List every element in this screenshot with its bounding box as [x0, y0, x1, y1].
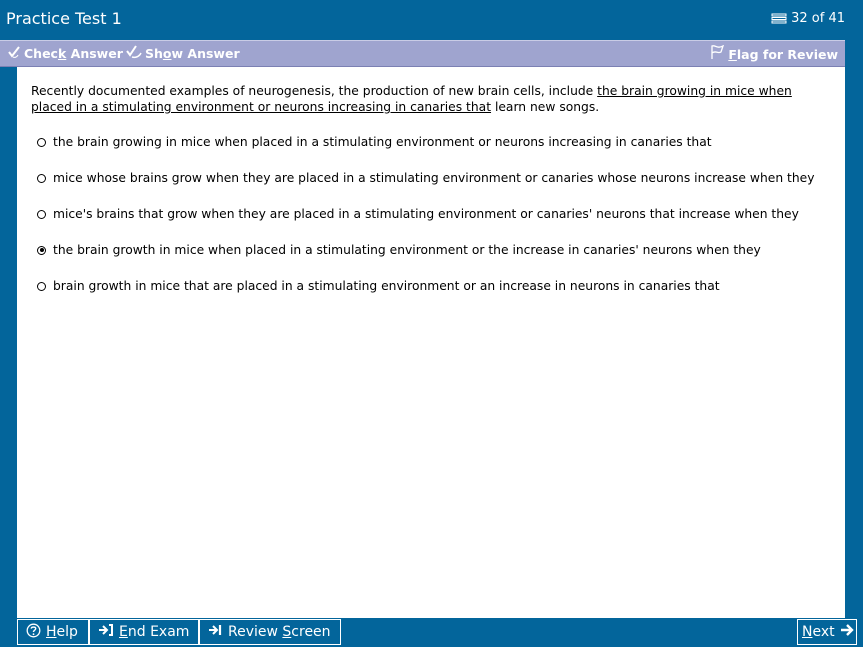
- review-screen-button[interactable]: Review Screen: [199, 619, 341, 645]
- help-label: Help: [46, 624, 78, 640]
- end-exam-label: End Exam: [119, 624, 190, 640]
- check-answer-label: Check Answer: [24, 46, 123, 61]
- answer-option-text: mice whose brains grow when they are pla…: [53, 171, 815, 185]
- title-bar: Practice Test 1 32 of 41: [0, 0, 863, 38]
- answer-option-text: mice's brains that grow when they are pl…: [53, 207, 799, 221]
- end-exam-icon: [98, 623, 114, 641]
- help-button[interactable]: Help: [17, 619, 89, 645]
- radio-button[interactable]: [37, 173, 46, 183]
- bottom-bar: Help End Exam Review Screen Next: [0, 618, 863, 647]
- answer-option-text: the brain growing in mice when placed in…: [53, 135, 712, 149]
- question-counter: 32 of 41: [771, 11, 845, 26]
- next-label: Next: [802, 624, 835, 640]
- help-circle-icon: [26, 623, 41, 642]
- show-answer-icon: [126, 45, 142, 62]
- show-answer-label: Show Answer: [145, 46, 240, 61]
- radio-button[interactable]: [37, 137, 46, 147]
- radio-button[interactable]: [37, 209, 46, 219]
- review-arrow-icon: [208, 623, 223, 641]
- check-answer-button[interactable]: Check Answer: [7, 45, 123, 62]
- radio-button[interactable]: [37, 281, 46, 291]
- answer-option-text: the brain growth in mice when placed in …: [53, 243, 761, 257]
- answer-option-3[interactable]: mice's brains that grow when they are pl…: [37, 206, 799, 222]
- next-button[interactable]: Next: [797, 619, 857, 645]
- stack-icon: [771, 13, 787, 24]
- flag-for-review-button[interactable]: Flag for Review: [709, 44, 838, 63]
- question-panel: Recently documented examples of neurogen…: [17, 67, 845, 618]
- answer-option-1[interactable]: the brain growing in mice when placed in…: [37, 134, 712, 150]
- answer-option-2[interactable]: mice whose brains grow when they are pla…: [37, 170, 814, 186]
- answer-option-5[interactable]: brain growth in mice that are placed in …: [37, 278, 720, 294]
- answer-option-text: brain growth in mice that are placed in …: [53, 279, 720, 293]
- right-frame: [845, 40, 863, 618]
- page-title: Practice Test 1: [6, 9, 122, 28]
- flag-for-review-label: Flag for Review: [728, 46, 838, 62]
- review-screen-label: Review Screen: [228, 624, 331, 640]
- question-stem: Recently documented examples of neurogen…: [31, 84, 792, 114]
- flag-icon: [709, 44, 725, 63]
- end-exam-button[interactable]: End Exam: [89, 619, 199, 645]
- arrow-right-icon: [840, 623, 855, 641]
- counter-text: 32 of 41: [791, 11, 845, 26]
- show-answer-button[interactable]: Show Answer: [126, 45, 240, 62]
- check-answer-icon: [7, 45, 21, 62]
- toolbar: Check Answer Show Answer Flag for Review: [0, 40, 845, 67]
- radio-button-selected[interactable]: [37, 245, 46, 255]
- answer-option-4[interactable]: the brain growth in mice when placed in …: [37, 242, 761, 258]
